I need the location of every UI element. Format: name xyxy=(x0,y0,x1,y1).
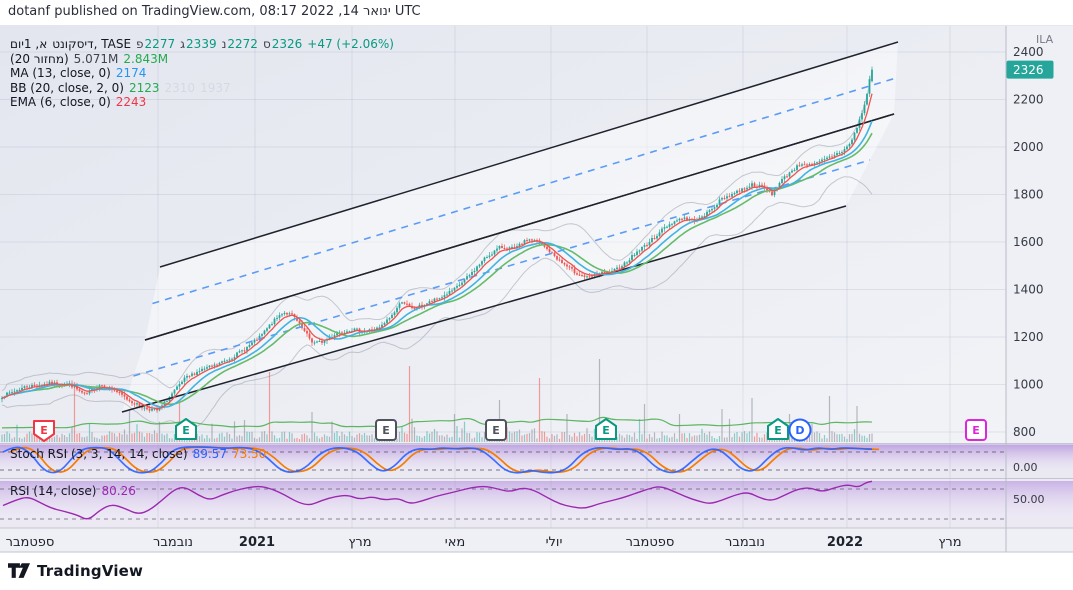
svg-text:2000: 2000 xyxy=(1013,140,1044,154)
svg-text:E: E xyxy=(492,424,500,437)
tradingview-logo-icon xyxy=(8,563,30,578)
svg-text:2021: 2021 xyxy=(239,535,275,550)
event-badge-d[interactable]: D xyxy=(788,418,812,442)
svg-text:1000: 1000 xyxy=(1013,378,1044,392)
svg-text:מרץ: מרץ xyxy=(938,535,961,550)
last-price-badge: 2326 xyxy=(1006,60,1054,79)
svg-text:50.00: 50.00 xyxy=(1013,493,1045,506)
footer: TradingView xyxy=(0,553,1073,590)
attribution-text: dotanf published on TradingView.com, 08:… xyxy=(8,4,421,19)
event-badge-e[interactable]: E xyxy=(965,419,987,441)
svg-text:מרץ: מרץ xyxy=(348,535,371,550)
svg-text:E: E xyxy=(774,424,782,437)
svg-text:2326: 2326 xyxy=(1013,63,1044,77)
svg-text:ספטמבר: ספטמבר xyxy=(626,535,675,550)
svg-text:1800: 1800 xyxy=(1013,188,1044,202)
svg-text:ספטמבר: ספטמבר xyxy=(6,535,55,550)
svg-text:E: E xyxy=(382,424,390,437)
tradingview-link[interactable]: TradingView xyxy=(8,562,143,580)
attribution-bar: dotanf published on TradingView.com, 08:… xyxy=(0,0,1073,26)
svg-text:E: E xyxy=(602,424,610,437)
tradingview-brand-text: TradingView xyxy=(37,562,144,580)
svg-text:D: D xyxy=(795,424,804,437)
svg-text:1400: 1400 xyxy=(1013,283,1044,297)
svg-text:מאי: מאי xyxy=(445,535,465,550)
svg-text:נובמבר: נובמבר xyxy=(725,535,765,550)
event-badge-e[interactable]: E xyxy=(375,419,397,441)
svg-text:2022: 2022 xyxy=(827,535,863,550)
svg-text:נובמבר: נובמבר xyxy=(153,535,193,550)
svg-text:E: E xyxy=(182,424,190,437)
svg-text:0.00: 0.00 xyxy=(1013,461,1038,474)
svg-text:E: E xyxy=(972,424,980,437)
event-badge-e[interactable]: E xyxy=(485,419,507,441)
svg-text:1600: 1600 xyxy=(1013,235,1044,249)
svg-text:800: 800 xyxy=(1013,425,1036,439)
svg-text:E: E xyxy=(40,424,48,437)
svg-text:1200: 1200 xyxy=(1013,330,1044,344)
svg-text:2200: 2200 xyxy=(1013,93,1044,107)
svg-text:2400: 2400 xyxy=(1013,45,1044,59)
svg-text:יולי: יולי xyxy=(546,535,563,550)
chart-canvas[interactable]: E E E E E E D EILA24002200200018001600140012001… xyxy=(0,0,1073,590)
